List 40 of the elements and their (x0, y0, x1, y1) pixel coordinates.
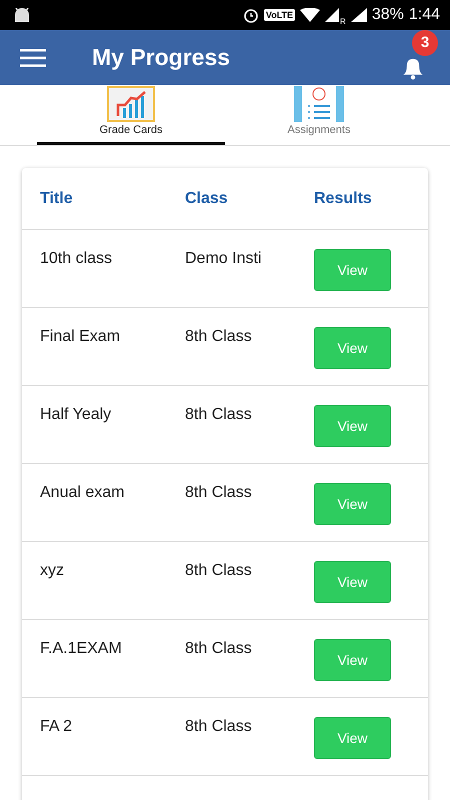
table-cell-text: F.A.1EXAM (40, 640, 123, 659)
view-button[interactable]: View (314, 717, 391, 759)
tab[interactable]: Assignments (225, 85, 413, 145)
table-cell-text: Demo Insti (185, 250, 262, 269)
table-cell-text: xyz (40, 562, 65, 581)
wifi-icon (300, 8, 320, 22)
table-cell-text: FA 2 (40, 718, 74, 737)
view-button[interactable]: View (314, 483, 391, 525)
table-cell-text: 8th Class (185, 406, 253, 425)
menu-icon[interactable] (20, 48, 46, 68)
table-cell-text: 10th class (40, 250, 114, 269)
alarm-icon (242, 7, 259, 23)
volte-indicator: VoLTE (264, 9, 296, 21)
graded-list-icon (294, 86, 344, 122)
table-cell-text: Final Exam (40, 328, 122, 347)
view-button[interactable]: View (314, 561, 391, 603)
view-button[interactable]: View (314, 249, 391, 291)
roaming-indicator: R (340, 16, 346, 26)
android-icon (14, 8, 30, 22)
table-cell-text: 8th Class (185, 562, 253, 581)
battery-percentage: 38% (372, 6, 404, 24)
column-header: Results (314, 190, 373, 208)
table-cell-text: 8th Class (185, 484, 253, 503)
notification-count-badge: 3 (412, 30, 438, 56)
table-cell-text: 8th Class (185, 718, 253, 737)
clock: 1:44 (408, 6, 440, 24)
view-button[interactable]: View (314, 639, 391, 681)
tab[interactable]: Grade Cards (37, 85, 225, 145)
signal-icon (325, 8, 340, 22)
view-button[interactable]: View (314, 405, 391, 447)
bar-chart-icon (107, 86, 155, 122)
table-cell-text: Anual exam (40, 484, 126, 503)
table-cell-text: 8th Class (185, 328, 253, 347)
table-cell-text: 8th Class (185, 640, 253, 659)
table-cell-text: Half Yealy (40, 406, 112, 425)
signal-icon (350, 8, 367, 22)
column-header: Title (40, 190, 74, 208)
view-button[interactable]: View (314, 327, 391, 369)
screen-title: My Progress (92, 44, 232, 71)
column-header: Class (185, 190, 229, 208)
